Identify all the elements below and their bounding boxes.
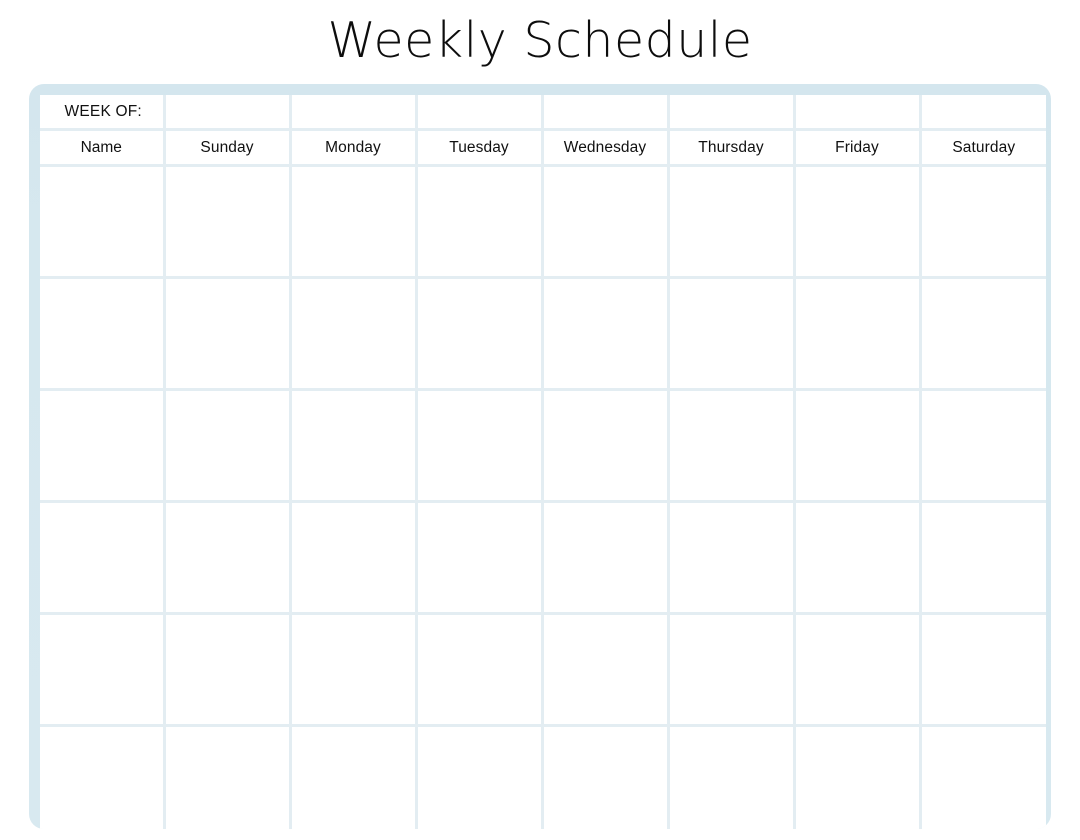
name-cell[interactable]	[40, 277, 166, 391]
day-cell[interactable]	[416, 613, 544, 727]
schedule-row	[40, 725, 1046, 829]
day-cell[interactable]	[794, 165, 922, 279]
schedule-row	[40, 613, 1046, 727]
weekly-schedule-table: WEEK OF: Name Sunday Monday Tuesday Wednesday…	[40, 95, 1046, 829]
schedule-frame: WEEK OF: Name Sunday Monday Tuesday Wednesday…	[29, 84, 1051, 829]
name-cell[interactable]	[40, 613, 166, 727]
day-cell[interactable]	[542, 501, 670, 615]
day-cell[interactable]	[164, 165, 292, 279]
day-cell[interactable]	[542, 725, 670, 829]
week-of-value-cell[interactable]	[542, 95, 670, 131]
schedule-row	[40, 165, 1046, 279]
name-cell[interactable]	[40, 725, 166, 829]
weekly-schedule-page: Weekly Schedule WEEK OF: Name Sunday Monday…	[0, 0, 1080, 840]
column-header-monday: Monday	[290, 129, 418, 167]
day-cell[interactable]	[920, 725, 1046, 829]
day-cell[interactable]	[416, 389, 544, 503]
day-cell[interactable]	[416, 277, 544, 391]
week-of-value-cell[interactable]	[416, 95, 544, 131]
week-of-value-cell[interactable]	[668, 95, 796, 131]
day-cell[interactable]	[164, 277, 292, 391]
day-cell[interactable]	[668, 277, 796, 391]
day-cell[interactable]	[290, 165, 418, 279]
column-header-wednesday: Wednesday	[542, 129, 670, 167]
column-header-friday: Friday	[794, 129, 922, 167]
day-cell[interactable]	[416, 501, 544, 615]
day-cell[interactable]	[542, 165, 670, 279]
day-cell[interactable]	[164, 613, 292, 727]
column-header-thursday: Thursday	[668, 129, 796, 167]
day-cell[interactable]	[668, 725, 796, 829]
day-cell[interactable]	[290, 389, 418, 503]
day-cell[interactable]	[542, 613, 670, 727]
column-header-sunday: Sunday	[164, 129, 292, 167]
day-cell[interactable]	[920, 613, 1046, 727]
day-cell[interactable]	[668, 501, 796, 615]
day-cell[interactable]	[164, 389, 292, 503]
day-cell[interactable]	[290, 613, 418, 727]
day-cell[interactable]	[290, 501, 418, 615]
day-cell[interactable]	[542, 389, 670, 503]
day-cell[interactable]	[794, 277, 922, 391]
column-header-tuesday: Tuesday	[416, 129, 544, 167]
day-cell[interactable]	[794, 725, 922, 829]
name-cell[interactable]	[40, 165, 166, 279]
day-cell[interactable]	[794, 613, 922, 727]
day-cell[interactable]	[164, 725, 292, 829]
day-cell[interactable]	[290, 725, 418, 829]
day-cell[interactable]	[290, 277, 418, 391]
week-of-value-cell[interactable]	[164, 95, 292, 131]
schedule-row	[40, 277, 1046, 391]
schedule-row	[40, 501, 1046, 615]
week-of-value-cell[interactable]	[920, 95, 1046, 131]
day-cell[interactable]	[794, 501, 922, 615]
column-header-name: Name	[40, 129, 166, 167]
name-cell[interactable]	[40, 501, 166, 615]
day-cell[interactable]	[668, 389, 796, 503]
page-title: Weekly Schedule	[327, 11, 753, 69]
day-cell[interactable]	[668, 613, 796, 727]
day-cell[interactable]	[542, 277, 670, 391]
day-cell[interactable]	[668, 165, 796, 279]
day-cell[interactable]	[920, 277, 1046, 391]
day-cell[interactable]	[920, 389, 1046, 503]
day-cell[interactable]	[794, 389, 922, 503]
day-cell[interactable]	[164, 501, 292, 615]
day-cell[interactable]	[416, 165, 544, 279]
day-cell[interactable]	[416, 725, 544, 829]
page-title-container: Weekly Schedule	[0, 0, 1080, 80]
schedule-row	[40, 389, 1046, 503]
week-of-label: WEEK OF:	[40, 95, 166, 131]
week-of-value-cell[interactable]	[290, 95, 418, 131]
column-headers-row: Name Sunday Monday Tuesday Wednesday Thursday…	[40, 129, 1046, 167]
day-cell[interactable]	[920, 501, 1046, 615]
week-of-row: WEEK OF:	[40, 95, 1046, 131]
name-cell[interactable]	[40, 389, 166, 503]
day-cell[interactable]	[920, 165, 1046, 279]
column-header-saturday: Saturday	[920, 129, 1046, 167]
week-of-value-cell[interactable]	[794, 95, 922, 131]
